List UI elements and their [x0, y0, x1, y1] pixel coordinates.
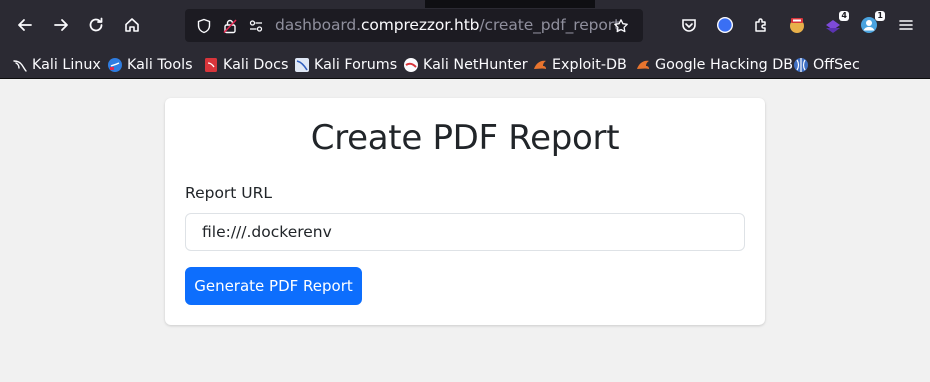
tab-strip-edge: [425, 0, 595, 8]
bookmark-label: Google Hacking DB: [655, 57, 794, 73]
extension-blue-button[interactable]: 1: [858, 11, 885, 36]
bookmark-star-icon[interactable]: [612, 17, 630, 35]
bookmarks-toolbar: Kali Linux Kali Tools Kali Docs Kali For…: [0, 50, 930, 79]
offsec-icon: [793, 57, 809, 73]
bookmark-kali-linux[interactable]: Kali Linux: [12, 55, 101, 75]
home-button[interactable]: [117, 10, 147, 40]
cookie-extension-icon: [790, 18, 804, 33]
bookmark-label: Kali NetHunter: [423, 57, 528, 73]
bookmark-label: Kali Docs: [223, 57, 289, 73]
kali-dragon-icon: [12, 57, 28, 73]
bookmark-label: Exploit-DB: [552, 57, 627, 73]
bookmark-label: Kali Linux: [32, 57, 101, 73]
bookmark-kali-nethunter[interactable]: Kali NetHunter: [403, 55, 528, 75]
extension-purple-button[interactable]: 4: [822, 11, 849, 36]
bookmark-kali-docs[interactable]: Kali Docs: [203, 55, 288, 75]
forward-button[interactable]: [46, 10, 76, 40]
arrow-left-icon: [18, 19, 32, 31]
page-viewport: Create PDF Report Report URL Generate PD…: [0, 79, 930, 382]
bookmark-offsec[interactable]: OffSec: [793, 55, 860, 75]
kali-tools-icon: [107, 57, 123, 73]
hamburger-menu-icon: [899, 20, 913, 30]
home-icon: [125, 18, 139, 32]
insecure-lock-icon[interactable]: [221, 17, 239, 35]
url-host: comprezzor.htb: [360, 16, 480, 34]
kali-forums-icon: [294, 57, 310, 73]
account-circle-icon: [717, 17, 733, 33]
account-button[interactable]: [714, 14, 736, 36]
shield-icon[interactable]: [195, 17, 213, 35]
pocket-button[interactable]: [678, 14, 700, 36]
browser-toolbar: dashboard.comprezzor.htb/create_pdf_repo…: [0, 0, 930, 50]
bookmark-kali-tools[interactable]: Kali Tools: [107, 55, 193, 75]
report-form-card: Create PDF Report Report URL Generate PD…: [165, 98, 765, 325]
bookmark-label: OffSec: [813, 57, 860, 73]
back-button[interactable]: [10, 10, 40, 40]
extension-cookie-button[interactable]: [786, 14, 808, 36]
bookmark-google-hacking-db[interactable]: Google Hacking DB: [635, 55, 793, 75]
bookmark-kali-forums[interactable]: Kali Forums: [294, 55, 397, 75]
url-path: /create_pdf_report: [479, 16, 621, 34]
ghdb-icon: [635, 57, 651, 73]
extension-badge-count: 1: [875, 11, 885, 21]
nethunter-icon: [403, 57, 419, 73]
bookmark-label: Kali Tools: [127, 57, 193, 73]
bookmark-label: Kali Forums: [314, 57, 398, 73]
bookmark-exploit-db[interactable]: Exploit-DB: [532, 55, 627, 75]
url-text[interactable]: dashboard.comprezzor.htb/create_pdf_repo…: [275, 16, 620, 34]
page-title: Create PDF Report: [310, 118, 620, 158]
report-url-input[interactable]: [185, 213, 745, 251]
extensions-button[interactable]: [750, 14, 772, 36]
puzzle-icon: [755, 18, 766, 32]
arrow-right-icon: [54, 19, 68, 31]
generate-pdf-button[interactable]: Generate PDF Report: [185, 267, 362, 305]
kali-docs-icon: [203, 57, 219, 73]
extension-badge-count: 4: [839, 11, 849, 21]
address-bar[interactable]: dashboard.comprezzor.htb/create_pdf_repo…: [185, 9, 643, 42]
app-menu-button[interactable]: [895, 14, 917, 36]
report-url-label: Report URL: [185, 184, 273, 202]
url-subdomain: dashboard.: [275, 16, 361, 34]
exploit-db-icon: [532, 57, 548, 73]
reload-icon: [89, 17, 103, 32]
pocket-icon: [682, 19, 696, 32]
permissions-icon[interactable]: [247, 17, 265, 35]
reload-button[interactable]: [81, 10, 111, 40]
